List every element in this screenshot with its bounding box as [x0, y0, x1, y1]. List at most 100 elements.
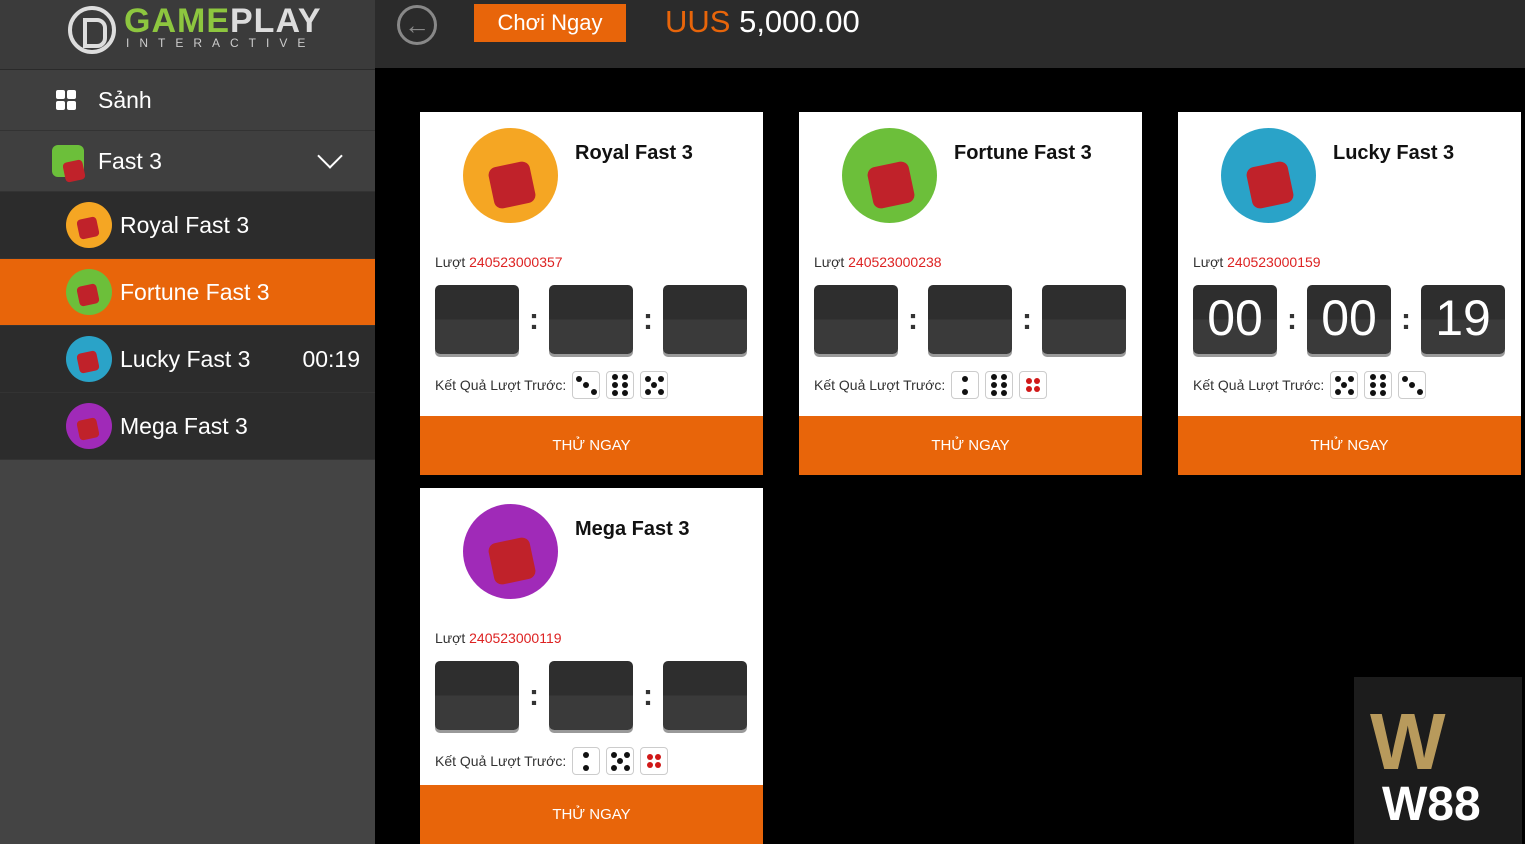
die-face-5 [1330, 371, 1359, 399]
countdown-timer: :: [435, 661, 747, 730]
timer-box [663, 661, 747, 730]
previous-result: Kết Quả Lượt Trước: [435, 371, 669, 399]
card-title: Royal Fast 3 [575, 142, 693, 164]
result-label: Kết Quả Lượt Trước: [435, 753, 567, 769]
sidebar-item-label: Lucky Fast 3 [120, 345, 251, 372]
sidebar-item-game[interactable]: Fortune Fast 3 [0, 259, 375, 326]
timer-box [814, 285, 898, 354]
round-number: 240523000119 [469, 630, 562, 646]
fast3-icon [52, 145, 84, 177]
try-now-button[interactable]: THỬ NGAY [799, 416, 1142, 475]
result-label: Kết Quả Lượt Trước: [814, 377, 946, 393]
countdown-timer: :: [435, 285, 747, 354]
timer-colon: : [1022, 302, 1032, 336]
try-now-button[interactable]: THỬ NGAY [420, 416, 763, 475]
timer-box: 00 [1193, 285, 1277, 354]
sidebar-item-label: Sảnh [98, 86, 152, 113]
countdown-timer: 00:19 [302, 345, 360, 372]
die-face-4 [1019, 371, 1048, 399]
die-face-6 [1364, 371, 1393, 399]
die-face-2 [572, 747, 601, 775]
die-face-4 [640, 747, 669, 775]
previous-result: Kết Quả Lượt Trước: [1193, 371, 1427, 399]
round-label: Lượt [435, 630, 466, 646]
sidebar-item-label: Royal Fast 3 [120, 211, 250, 238]
round-info: Lượt 240523000357 [435, 254, 563, 270]
timer-box [435, 285, 519, 354]
card-title: Mega Fast 3 [575, 518, 690, 540]
timer-colon: : [1401, 302, 1411, 336]
chevron-down-icon[interactable] [317, 143, 343, 169]
w88-logo-mark: W [1370, 697, 1446, 786]
logo-text-game: GAME [124, 2, 230, 40]
round-info: Lượt 240523000119 [435, 630, 562, 646]
game-icon[interactable] [842, 128, 937, 223]
game-card: Mega Fast 3 Lượt 240523000119 :: Kết Quả… [420, 488, 763, 844]
round-number: 240523000357 [469, 254, 563, 270]
die-face-6 [606, 371, 635, 399]
timer-colon: : [908, 302, 918, 336]
die-face-3 [1398, 371, 1427, 399]
timer-box: 00 [1307, 285, 1391, 354]
logo-subtitle: INTERACTIVE [126, 36, 316, 50]
sidebar-item-game[interactable]: Royal Fast 3 [0, 192, 375, 259]
game-icon[interactable] [1221, 128, 1316, 223]
timer-box [928, 285, 1012, 354]
sidebar-item-lobby[interactable]: Sảnh [0, 70, 375, 131]
timer-colon: : [643, 302, 653, 336]
timer-box [1042, 285, 1126, 354]
sidebar-item-game[interactable]: Lucky Fast 3 00:19 [0, 326, 375, 393]
game-icon [66, 403, 112, 449]
try-now-button[interactable]: THỬ NGAY [420, 785, 763, 844]
die-face-5 [640, 371, 669, 399]
game-icon [66, 202, 112, 248]
balance: UUS 5,000.00 [665, 4, 860, 40]
sidebar-item-game[interactable]: Mega Fast 3 [0, 393, 375, 460]
sidebar-item-label: Mega Fast 3 [120, 412, 248, 439]
game-icon[interactable] [463, 504, 558, 599]
round-label: Lượt [814, 254, 845, 270]
result-label: Kết Quả Lượt Trước: [435, 377, 567, 393]
balance-value: 5,000.00 [739, 4, 860, 39]
round-label: Lượt [1193, 254, 1224, 270]
round-info: Lượt 240523000159 [1193, 254, 1321, 270]
sidebar: GAMEPLAY INTERACTIVE Sảnh Fast 3 Royal F… [0, 0, 375, 844]
round-info: Lượt 240523000238 [814, 254, 942, 270]
logo-text-play: PLAY [230, 2, 322, 40]
previous-result: Kết Quả Lượt Trước: [814, 371, 1048, 399]
timer-colon: : [529, 678, 539, 712]
game-card: Lucky Fast 3 Lượt 240523000159 00:00:19 … [1178, 112, 1521, 475]
try-now-button[interactable]: THỬ NGAY [1178, 416, 1521, 475]
game-card: Fortune Fast 3 Lượt 240523000238 :: Kết … [799, 112, 1142, 475]
timer-box: 19 [1421, 285, 1505, 354]
back-button[interactable]: ← [397, 5, 437, 45]
timer-colon: : [1287, 302, 1297, 336]
timer-box [549, 285, 633, 354]
card-title: Fortune Fast 3 [954, 142, 1092, 164]
card-title: Lucky Fast 3 [1333, 142, 1455, 164]
die-face-3 [572, 371, 601, 399]
top-bar: ← Chơi Ngay UUS 5,000.00 [375, 0, 1525, 68]
game-icon[interactable] [463, 128, 558, 223]
timer-box [549, 661, 633, 730]
sidebar-group-label: Fast 3 [98, 147, 162, 174]
play-now-button[interactable]: Chơi Ngay [474, 4, 626, 42]
currency-label: UUS [665, 4, 731, 39]
game-icon [66, 269, 112, 315]
die-face-6 [985, 371, 1014, 399]
round-number: 240523000238 [848, 254, 942, 270]
logo-icon [68, 6, 116, 54]
sidebar-group-fast3[interactable]: Fast 3 [0, 131, 375, 192]
game-card: Royal Fast 3 Lượt 240523000357 :: Kết Qu… [420, 112, 763, 475]
timer-box [663, 285, 747, 354]
w88-watermark: W W88 [1354, 677, 1522, 844]
round-label: Lượt [435, 254, 466, 270]
gameplay-logo: GAMEPLAY INTERACTIVE [0, 0, 375, 70]
timer-box [435, 661, 519, 730]
w88-logo-text: W88 [1382, 778, 1481, 831]
grid-icon [56, 90, 76, 110]
round-number: 240523000159 [1227, 254, 1321, 270]
previous-result: Kết Quả Lượt Trước: [435, 747, 669, 775]
timer-colon: : [643, 678, 653, 712]
game-icon [66, 336, 112, 382]
